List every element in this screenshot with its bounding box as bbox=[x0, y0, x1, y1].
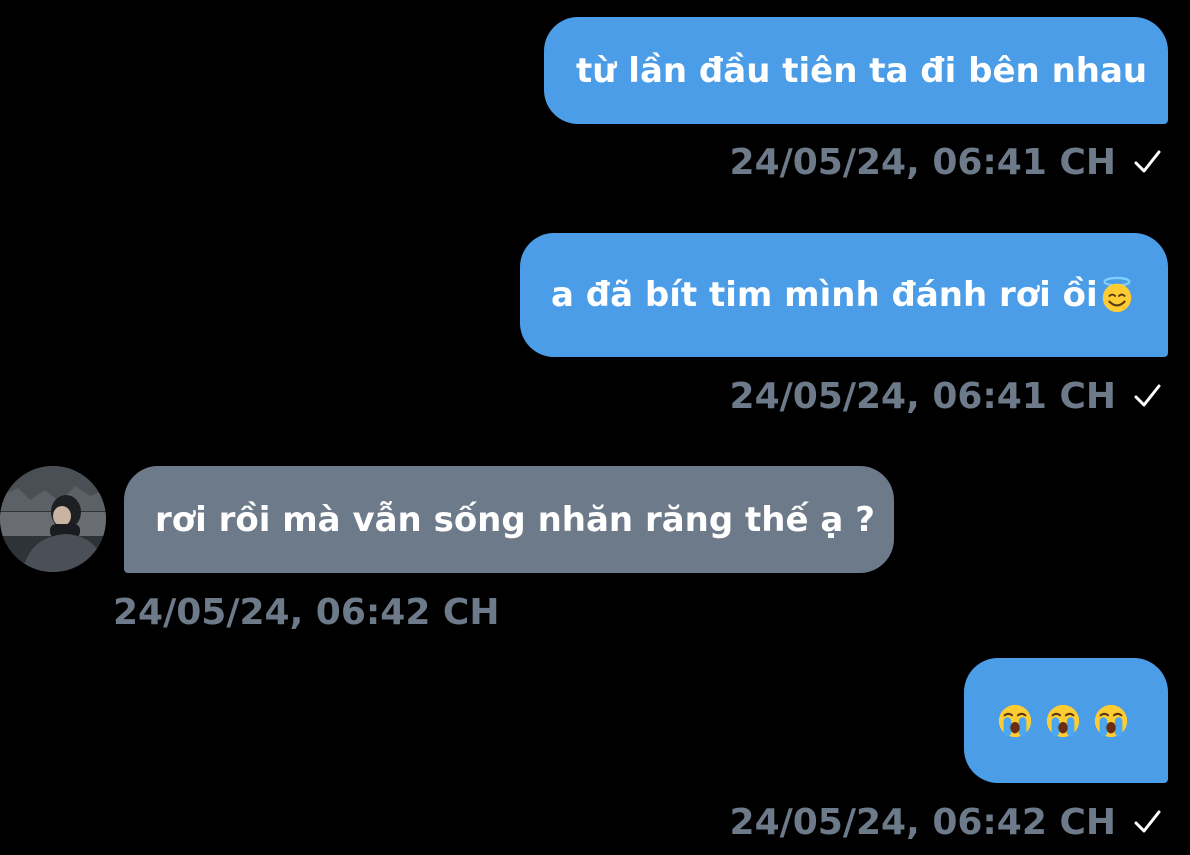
message-bubble-outgoing[interactable]: a đã bít tim mình đánh rơi ồi bbox=[520, 233, 1168, 357]
loudly-crying-face-icon bbox=[1094, 704, 1128, 737]
chat-screen: từ lần đầu tiên ta đi bên nhau 24/05/24,… bbox=[0, 0, 1190, 855]
checkmark-icon bbox=[1134, 384, 1161, 407]
message-timestamp: 24/05/24, 06:42 CH bbox=[113, 591, 500, 633]
message-text: từ lần đầu tiên ta đi bên nhau bbox=[576, 50, 1148, 91]
checkmark-icon bbox=[1134, 150, 1161, 173]
smiling-face-with-halo-icon bbox=[1102, 276, 1131, 313]
message-meta: 24/05/24, 06:42 CH bbox=[113, 590, 499, 634]
message-text: rơi rồi mà vẫn sống nhăn răng thế ạ ? bbox=[155, 499, 875, 540]
message-meta: 24/05/24, 06:42 CH bbox=[730, 800, 1162, 844]
message-bubble-outgoing[interactable]: từ lần đầu tiên ta đi bên nhau bbox=[544, 17, 1168, 124]
message-timestamp: 24/05/24, 06:41 CH bbox=[729, 141, 1116, 183]
contact-avatar[interactable] bbox=[0, 466, 106, 572]
message-meta: 24/05/24, 06:41 CH bbox=[730, 140, 1162, 184]
message-meta: 24/05/24, 06:41 CH bbox=[730, 374, 1162, 418]
checkmark-icon bbox=[1134, 810, 1161, 833]
message-timestamp: 24/05/24, 06:41 CH bbox=[729, 375, 1116, 417]
message-timestamp: 24/05/24, 06:42 CH bbox=[729, 801, 1116, 843]
message-text: a đã bít tim mình đánh rơi ồi bbox=[551, 275, 1098, 315]
loudly-crying-face-icon bbox=[998, 704, 1032, 737]
loudly-crying-face-icon bbox=[1046, 704, 1080, 737]
message-bubble-outgoing[interactable] bbox=[964, 658, 1168, 783]
message-bubble-incoming[interactable]: rơi rồi mà vẫn sống nhăn răng thế ạ ? bbox=[124, 466, 894, 573]
avatar-image bbox=[0, 466, 106, 572]
